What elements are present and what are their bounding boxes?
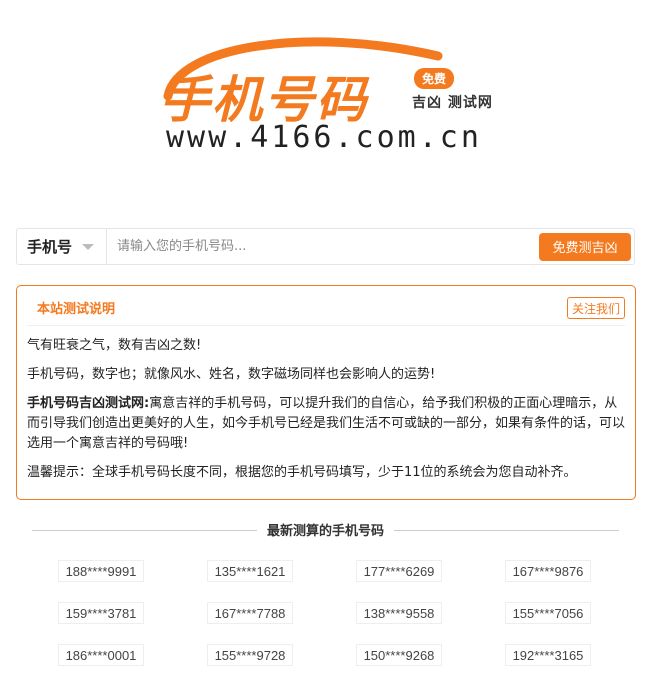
recent-number-item[interactable]: 150****9268 xyxy=(356,644,442,666)
info-paragraph-1: 气有旺衰之气，数有吉凶之数! xyxy=(27,338,202,353)
recent-numbers-title-row: 最新测算的手机号码 xyxy=(32,520,619,540)
recent-number-item[interactable]: 155****9728 xyxy=(207,644,293,666)
search-type-select[interactable]: 手机号 xyxy=(17,229,107,264)
info-panel: 本站测试说明 关注我们 气有旺衰之气，数有吉凶之数! 手机号码，数字也；就像风水… xyxy=(16,285,636,500)
recent-number-item[interactable]: 188****9991 xyxy=(58,560,144,582)
chevron-down-icon xyxy=(82,243,95,250)
recent-number-item[interactable]: 192****3165 xyxy=(505,644,591,666)
logo-url: www.4166.com.cn xyxy=(166,120,482,155)
follow-us-button[interactable]: 关注我们 xyxy=(566,297,625,319)
site-logo[interactable]: 手机号码 免费 吉凶 测试网 www.4166.com.cn xyxy=(140,22,520,162)
info-paragraph-3-bold: 手机号码吉凶测试网: xyxy=(27,396,150,411)
logo-subtitle: 吉凶 测试网 xyxy=(412,95,493,111)
info-header: 本站测试说明 关注我们 xyxy=(27,286,625,326)
recent-number-item[interactable]: 159****3781 xyxy=(58,602,144,624)
recent-number-item[interactable]: 135****1621 xyxy=(207,560,293,582)
recent-number-item[interactable]: 177****6269 xyxy=(356,560,442,582)
search-type-label: 手机号 xyxy=(27,238,73,256)
info-body: 气有旺衰之气，数有吉凶之数! 手机号码，数字也；就像风水、姓名，数字磁场同样也会… xyxy=(17,326,635,483)
search-bar: 手机号 免费测吉凶 xyxy=(16,228,635,265)
recent-number-item[interactable]: 167****7788 xyxy=(207,602,293,624)
recent-number-item[interactable]: 138****9558 xyxy=(356,602,442,624)
logo-free-badge: 免费 xyxy=(414,68,455,89)
recent-numbers-section: 最新测算的手机号码 188****9991 135****1621 177***… xyxy=(32,520,619,666)
free-test-button[interactable]: 免费测吉凶 xyxy=(539,232,631,261)
info-paragraph-2: 手机号码，数字也；就像风水、姓名，数字磁场同样也会影响人的运势! xyxy=(27,367,436,382)
info-paragraph-4: 温馨提示：全球手机号码长度不同，根据您的手机号码填写，少于11位的系统会为您自动… xyxy=(27,465,577,480)
phone-number-input[interactable] xyxy=(107,229,539,264)
info-title: 本站测试说明 xyxy=(37,302,116,317)
recent-number-item[interactable]: 167****9876 xyxy=(505,560,591,582)
recent-number-item[interactable]: 186****0001 xyxy=(58,644,144,666)
recent-number-item[interactable]: 155****7056 xyxy=(505,602,591,624)
recent-numbers-title: 最新测算的手机号码 xyxy=(256,524,394,539)
info-paragraph-3: 手机号码吉凶测试网:寓意吉祥的手机号码，可以提升我们的自信心，给予我们积极的正面… xyxy=(27,394,625,454)
